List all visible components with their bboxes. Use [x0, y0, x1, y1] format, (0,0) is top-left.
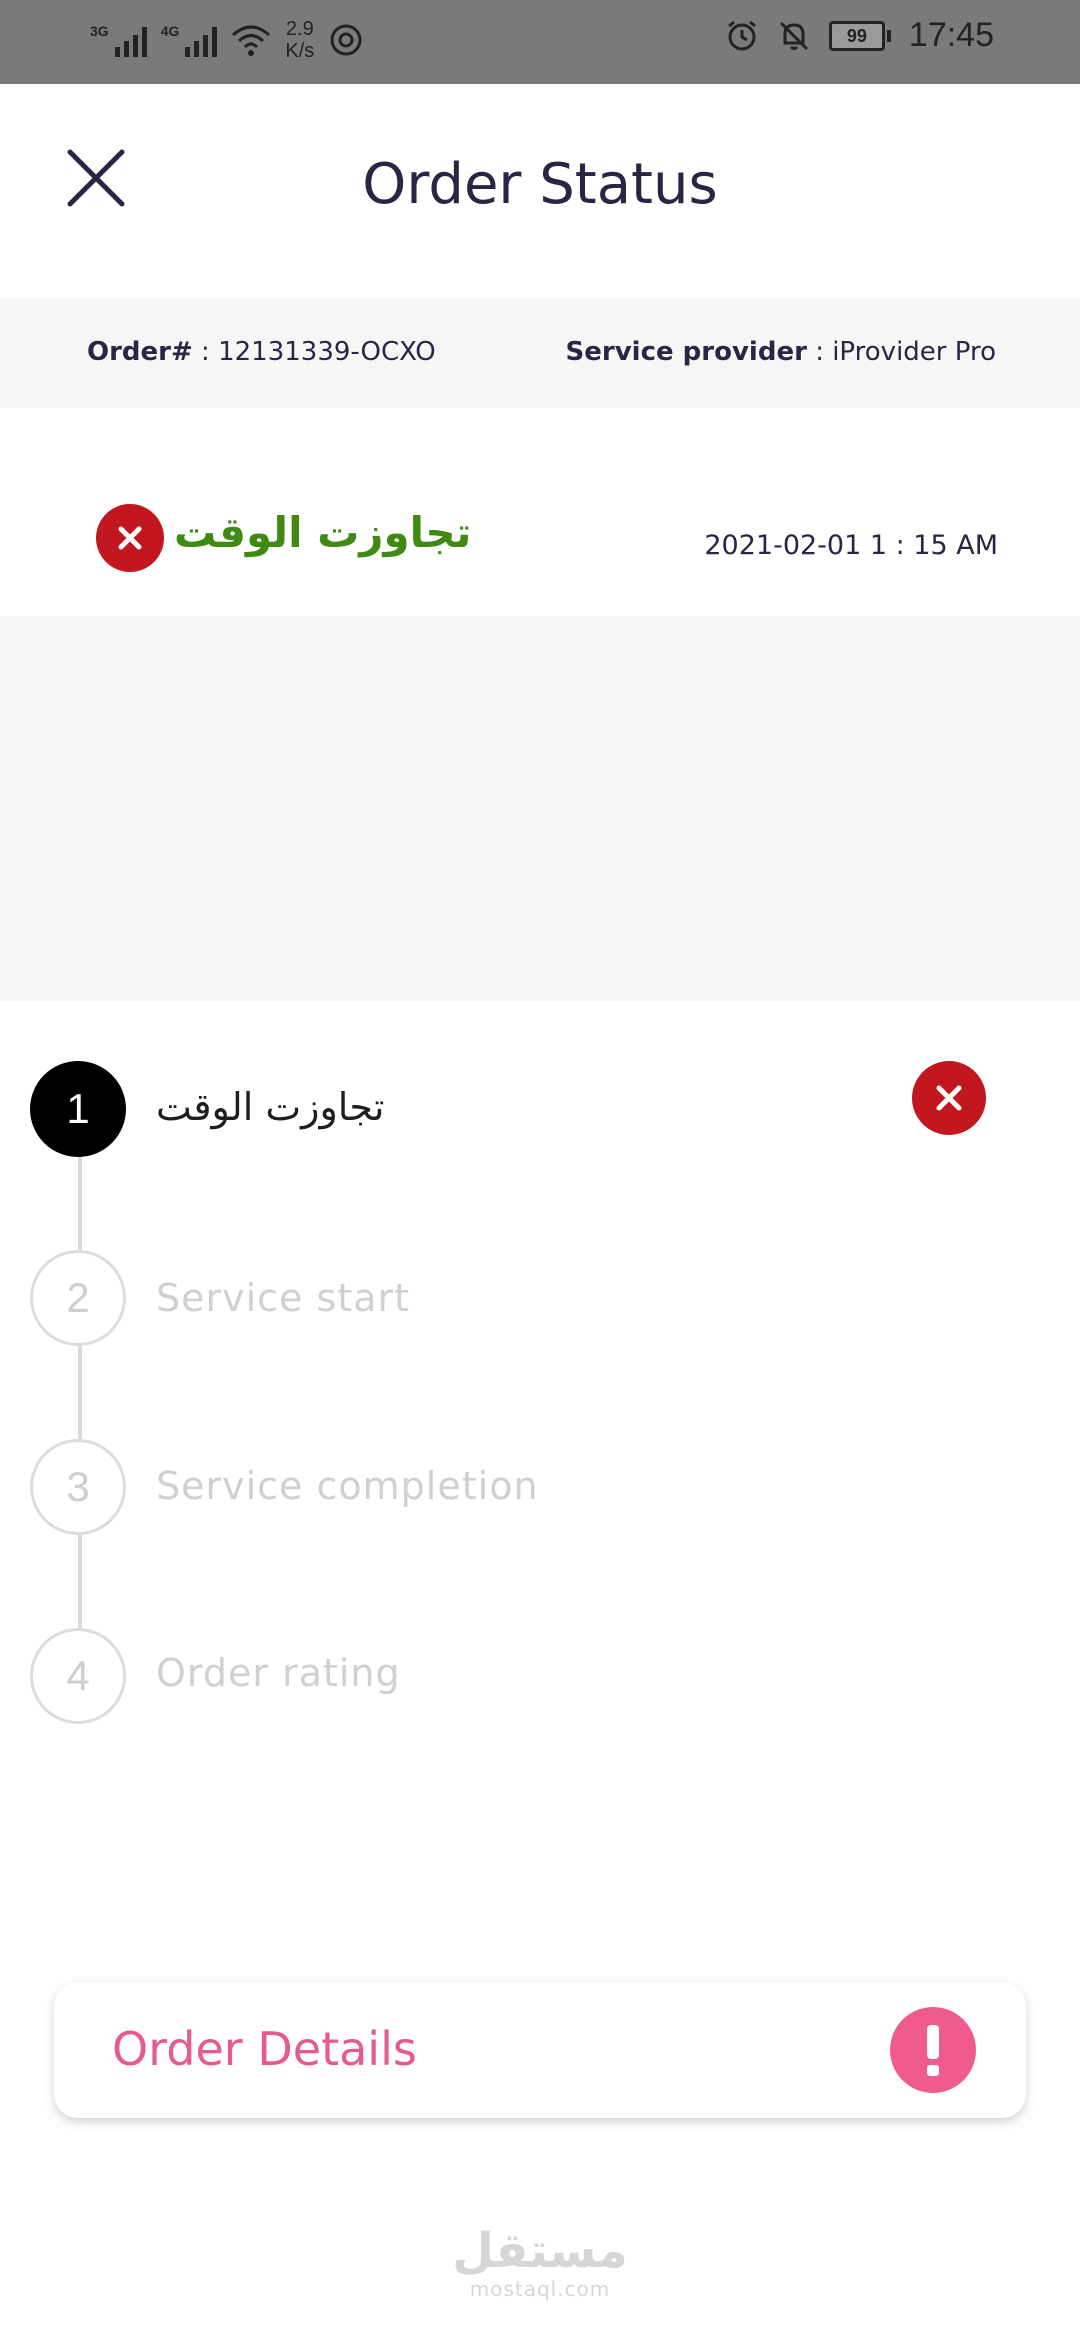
- network-type-1: 3G: [90, 23, 109, 39]
- step-label: Service start: [156, 1276, 411, 1320]
- service-provider: Service provider : iProvider Pro: [566, 337, 996, 367]
- status-time: 17:45: [908, 16, 994, 54]
- step-number: 3: [30, 1439, 126, 1535]
- battery-level: 99: [828, 20, 885, 51]
- header: Order Status: [0, 84, 1080, 299]
- speed-unit: K/s: [285, 40, 315, 62]
- order-info-band: Order# : 12131339-OCXO Service provider …: [0, 299, 1080, 408]
- gray-panel: [0, 616, 1080, 1001]
- service-provider-label: Service provider: [565, 337, 807, 367]
- speed-value: 2.9: [285, 18, 314, 40]
- step-connector: [78, 1346, 82, 1439]
- order-details-button[interactable]: Order Details: [54, 1982, 1026, 2118]
- status-steps: 1 تجاوزت الوقت 2 Service start 3 Service…: [0, 1001, 1080, 1761]
- network-type-2: 4G: [160, 23, 180, 39]
- step-connector: [78, 1535, 82, 1628]
- battery-icon: 99: [828, 20, 891, 51]
- network-speed: 2.9 K/s: [285, 18, 314, 62]
- signal-icon: 3G: [90, 23, 147, 57]
- step-number: 2: [30, 1250, 126, 1346]
- current-status: تجاوزت الوقت 2021-02-01 1 : 15 AM: [0, 408, 1080, 616]
- status-datetime: 2021-02-01 1 : 15 AM: [704, 530, 998, 561]
- x-circle-icon: [96, 504, 164, 572]
- bell-off-icon: [779, 21, 808, 50]
- step-label: Service completion: [156, 1464, 539, 1508]
- status-bar: 3G 4G 2.9 K/s 99 17:45: [0, 0, 1080, 84]
- exclamation-icon: [890, 2007, 976, 2093]
- step-connector: [78, 1157, 82, 1250]
- watermark: مستقل mostaql.com: [0, 2225, 1080, 2301]
- step-label: Order rating: [156, 1651, 401, 1695]
- step-number: 4: [30, 1628, 126, 1724]
- wifi-icon: [232, 25, 271, 56]
- x-circle-icon: [912, 1061, 986, 1135]
- status-right: 99 17:45: [725, 16, 994, 55]
- app-notification-icon: [330, 24, 362, 56]
- status-left: 3G 4G 2.9 K/s: [90, 18, 364, 62]
- signal-icon: 4G: [161, 23, 218, 57]
- status-text: تجاوزت الوقت: [174, 508, 472, 557]
- watermark-latin: mostaql.com: [469, 2277, 611, 2301]
- order-number-value: : 12131339-OCXO: [201, 337, 436, 367]
- alarm-icon: [727, 20, 756, 50]
- step-label: تجاوزت الوقت: [156, 1085, 385, 1129]
- watermark-arabic: مستقل: [452, 2223, 628, 2279]
- order-number: Order# : 12131339-OCXO: [87, 337, 436, 367]
- service-provider-value: : iProvider Pro: [815, 337, 996, 367]
- step-number: 1: [30, 1061, 126, 1157]
- page-title: Order Status: [362, 152, 718, 217]
- order-details-label: Order Details: [112, 2022, 417, 2076]
- order-number-label: Order#: [87, 337, 193, 367]
